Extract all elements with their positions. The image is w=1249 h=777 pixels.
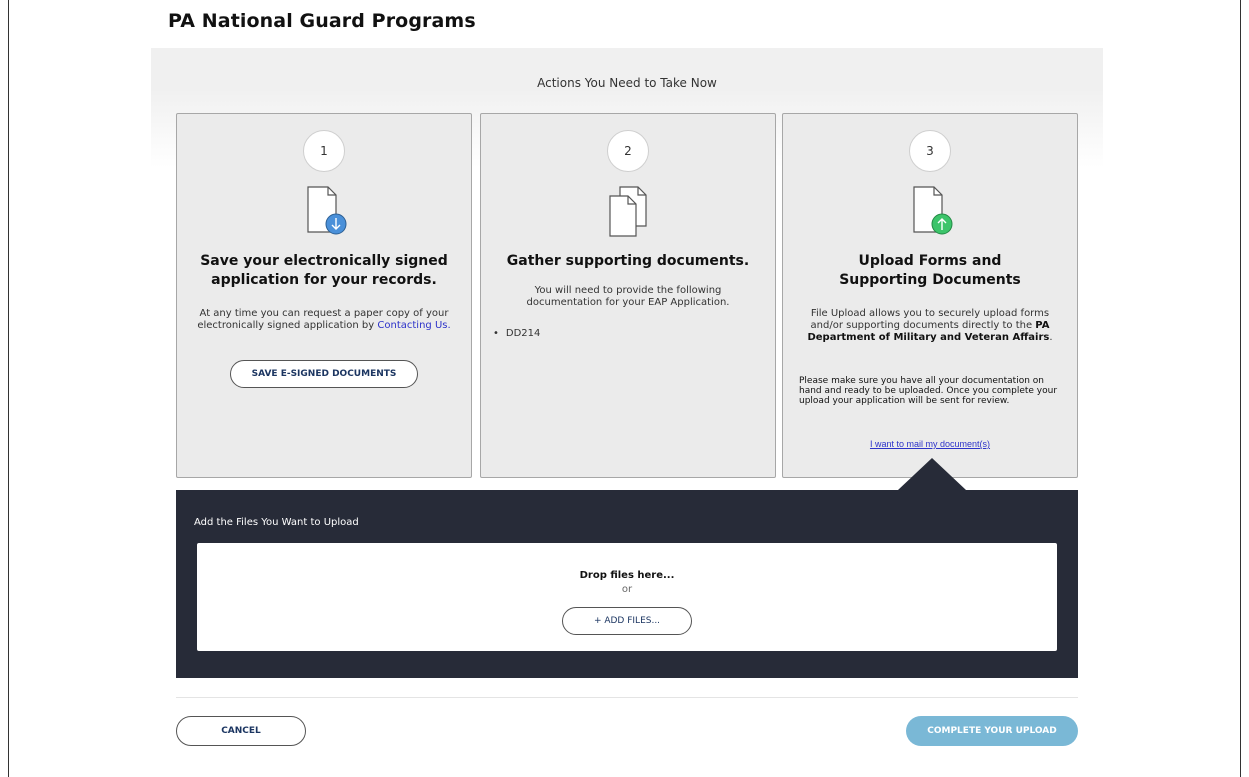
add-files-button[interactable]: + ADD FILES... (562, 607, 692, 635)
step-title: Upload Forms and Supporting Documents (839, 253, 1021, 288)
save-e-signed-documents-button[interactable]: SAVE E-SIGNED DOCUMENTS (230, 360, 418, 388)
document-upload-icon (913, 186, 953, 235)
upload-note: Please make sure you have all your docum… (799, 376, 1058, 406)
upload-panel: Add the Files You Want to Upload Drop fi… (176, 490, 1078, 678)
step-description: At any time you can request a paper copy… (195, 308, 453, 332)
step-description-suffix: . (1049, 332, 1053, 343)
cancel-button[interactable]: CANCEL (176, 716, 306, 746)
step-title: Gather supporting documents. (506, 253, 750, 269)
list-item: DD214 (493, 328, 541, 339)
document-download-icon (307, 186, 347, 235)
step-card-gather: 2 Gather supporting documents. You will … (480, 113, 776, 478)
actions-heading: Actions You Need to Take Now (537, 76, 717, 90)
footer-divider (176, 697, 1078, 698)
page-title: PA National Guard Programs (168, 10, 476, 32)
file-drop-zone[interactable]: Drop files here... or + ADD FILES... (197, 543, 1057, 651)
step-card-save: 1 Save your electronically signed applic… (176, 113, 472, 478)
upload-heading: Add the Files You Want to Upload (194, 517, 359, 528)
required-documents-list: DD214 (493, 328, 541, 339)
step-title: Save your electronically signed applicat… (200, 253, 448, 288)
step-description-text: File Upload allows you to securely uploa… (810, 308, 1050, 331)
step-number-circle: 3 (909, 130, 951, 172)
step-description: You will need to provide the following d… (526, 285, 730, 308)
complete-upload-button[interactable]: COMPLETE YOUR UPLOAD (906, 716, 1078, 746)
documents-stack-icon (609, 186, 647, 237)
step-card-upload: 3 Upload Forms and Supporting Documents … (782, 113, 1078, 478)
contacting-us-link[interactable]: Contacting Us. (377, 320, 450, 331)
upload-pointer-arrow (898, 458, 966, 490)
or-label: or (621, 584, 633, 595)
drop-files-label: Drop files here... (579, 570, 675, 581)
step-description: File Upload allows you to securely uploa… (801, 308, 1059, 344)
step-number-circle: 2 (607, 130, 649, 172)
step-number-circle: 1 (303, 130, 345, 172)
mail-documents-link[interactable]: I want to mail my document(s) (783, 439, 1077, 449)
